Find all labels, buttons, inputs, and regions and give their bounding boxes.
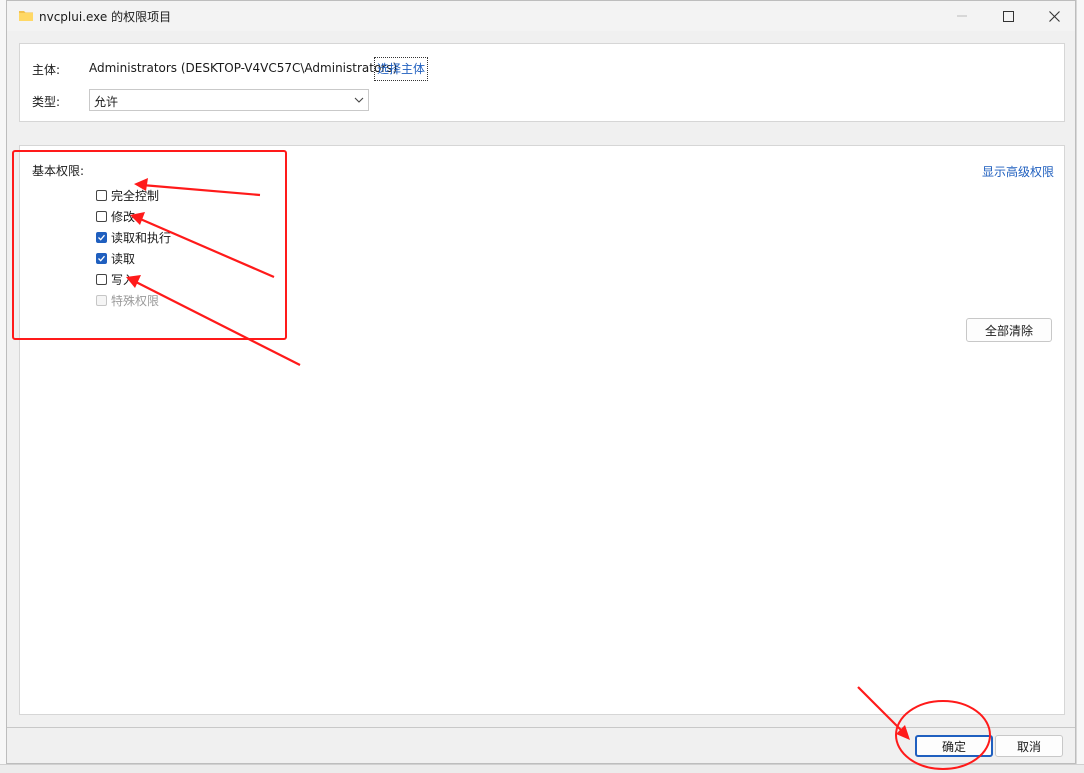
window-title: nvcplui.exe 的权限项目 [39,10,172,24]
principal-label: 主体: [32,63,61,77]
permission-label: 特殊权限 [111,293,160,308]
maximize-icon [1002,10,1014,22]
checkbox-write[interactable] [96,273,107,285]
type-dropdown[interactable]: 允许 [89,89,369,111]
permission-label: 写入 [111,272,136,287]
background-window-right [1076,0,1084,772]
type-dropdown-value: 允许 [94,95,119,109]
close-icon [1048,10,1060,22]
maximize-button[interactable] [985,1,1031,31]
permission-full-control[interactable]: 完全控制 [96,186,159,204]
clear-all-button[interactable]: 全部清除 [966,318,1052,342]
footer-divider [7,727,1075,728]
show-advanced-permissions-link[interactable]: 显示高级权限 [982,163,1054,180]
permission-modify[interactable]: 修改 [96,207,135,225]
principal-value: Administrators (DESKTOP-V4VC57C\Administ… [89,61,398,75]
select-principal-link[interactable]: 选择主体 [374,57,429,81]
checkbox-read[interactable] [96,252,107,264]
checkmark-icon [98,234,105,241]
title-bar[interactable]: nvcplui.exe 的权限项目 [7,1,1075,31]
permission-special: 特殊权限 [96,291,159,309]
chevron-down-icon [354,97,364,103]
checkbox-full-control[interactable] [96,189,107,201]
permission-label: 读取和执行 [111,230,172,245]
type-label: 类型: [32,95,61,109]
permission-label: 修改 [111,209,136,224]
checkbox-special [96,294,107,306]
permission-write[interactable]: 写入 [96,270,135,288]
checkbox-modify[interactable] [96,210,107,222]
folder-icon [19,11,33,21]
permission-read[interactable]: 读取 [96,249,135,267]
permission-entry-dialog: nvcplui.exe 的权限项目 主体: Administrators (DE… [6,0,1076,764]
checkmark-icon [98,255,105,262]
minimize-button[interactable] [939,1,985,31]
close-button[interactable] [1031,1,1077,31]
permission-label: 完全控制 [111,188,160,203]
ok-button[interactable]: 确定 [915,735,993,757]
permission-read-execute[interactable]: 读取和执行 [96,228,171,246]
basic-permissions-heading: 基本权限: [32,164,85,178]
permissions-panel: 基本权限: 显示高级权限 完全控制 修改 读取和执行 读取 写入 特殊权限 全部… [19,145,1065,715]
minimize-icon [957,15,967,17]
cancel-button[interactable]: 取消 [995,735,1063,757]
permission-label: 读取 [111,251,136,266]
principal-panel: 主体: Administrators (DESKTOP-V4VC57C\Admi… [19,43,1065,122]
checkbox-read-execute[interactable] [96,231,107,243]
